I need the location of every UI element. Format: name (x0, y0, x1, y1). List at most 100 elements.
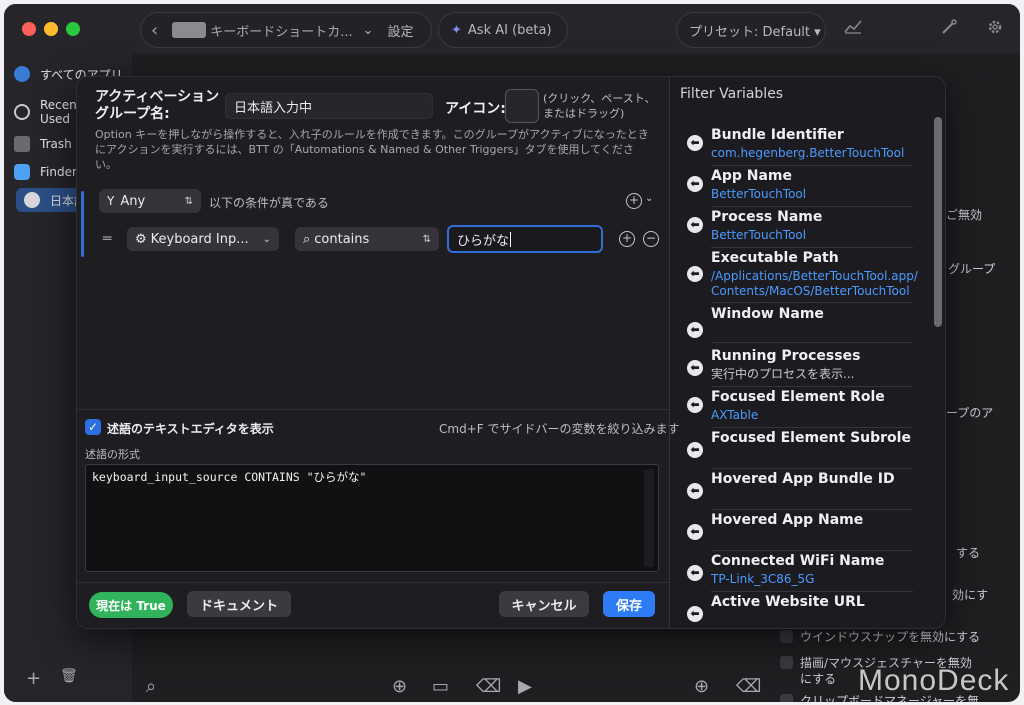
bg-text: グループ (948, 262, 996, 276)
drag-handle-icon[interactable]: ═ (103, 231, 111, 247)
chevron-down-icon: ⌄ (262, 233, 271, 245)
predicate-label: 述語の形式 (85, 448, 140, 461)
preset-selector[interactable]: プリセット: Default ▾ (676, 12, 826, 48)
chevron-down-icon[interactable]: ⌄ (645, 193, 653, 204)
ask-ai-label: Ask AI (beta) (467, 22, 552, 38)
rule-value-input[interactable]: ひらがな (447, 225, 603, 253)
shortcut-hint: Cmd+F でサイドバーの変数を絞り込みます (439, 422, 680, 436)
variable-name: Hovered App Bundle ID (711, 471, 895, 487)
variable-selector[interactable]: ⚙ Keyboard Inp... ⌄ (127, 227, 279, 251)
divider (711, 247, 913, 248)
updown-icon: ⇅ (184, 195, 193, 207)
delete-icon[interactable]: 🗑 (60, 668, 78, 684)
add-circle-icon[interactable]: ⊕ (392, 676, 407, 697)
insert-arrow-icon[interactable]: ⬅ (687, 606, 703, 622)
insert-arrow-icon[interactable]: ⬅ (687, 360, 703, 376)
filter-panel-title: Filter Variables (680, 86, 784, 102)
add-condition-icon[interactable]: + (619, 231, 635, 247)
insert-arrow-icon[interactable]: ⬅ (687, 565, 703, 581)
insert-arrow-icon[interactable]: ⬅ (687, 322, 703, 338)
variable-name: Focused Element Subrole (711, 430, 911, 446)
ask-ai-button[interactable]: ✦ Ask AI (beta) (438, 12, 568, 48)
insert-arrow-icon[interactable]: ⬅ (687, 217, 703, 233)
divider (711, 591, 913, 592)
app-icon (24, 192, 40, 208)
cancel-button[interactable]: キャンセル (499, 591, 589, 617)
checkbox[interactable] (780, 694, 793, 702)
gear-icon[interactable] (984, 18, 1006, 40)
insert-arrow-icon[interactable]: ⬅ (687, 442, 703, 458)
any-selector[interactable]: Y Any ⇅ (99, 189, 201, 213)
gear-icon: ⚙ (135, 231, 147, 247)
checkbox[interactable] (780, 656, 793, 669)
play-icon[interactable]: ▶ (518, 676, 532, 697)
variable-value: BetterTouchTool (711, 187, 807, 201)
sparkle-icon: ✦ (451, 22, 462, 38)
trash-icon[interactable]: ⌫ (736, 676, 761, 697)
show-editor-checkbox[interactable]: ✓ (85, 419, 101, 435)
operator-selector[interactable]: ⌕ contains ⇅ (295, 227, 439, 251)
predicate-editor[interactable]: keyboard_input_source CONTAINS "ひらがな" (85, 464, 659, 572)
rule-value: ひらがな (457, 233, 510, 249)
sidebar-item-label: Trash (40, 137, 72, 151)
chart-icon[interactable] (842, 18, 864, 40)
add-icon[interactable]: + (26, 668, 41, 689)
status-badge: 現在は True (89, 592, 173, 618)
variable-value: 実行中のプロセスを表示... (711, 367, 855, 381)
divider (711, 550, 913, 551)
operator-label: contains (314, 231, 370, 247)
chevron-down-icon[interactable]: ⌄ (363, 23, 374, 38)
pane-divider (669, 77, 670, 628)
variable-value: TP-Link_3C86_5G (711, 572, 815, 586)
settings-link[interactable]: 設定 (388, 21, 414, 40)
folder-add-icon[interactable]: ▭ (432, 676, 449, 697)
description-text: Option キーを押しながら操作すると、入れ子のルールを作成できます。このグル… (95, 128, 649, 171)
icon-well[interactable] (505, 89, 539, 123)
recent-icon (14, 104, 30, 120)
divider (711, 509, 913, 510)
insert-arrow-icon[interactable]: ⬅ (687, 176, 703, 192)
show-editor-label: 述語のテキストエディタを表示 (107, 422, 274, 436)
variable-name: App Name (711, 168, 792, 184)
predicate-code: keyboard_input_source CONTAINS "ひらがな" (92, 470, 367, 484)
variable-value: Contents/MacOS/BetterTouchTool (711, 284, 910, 298)
variable-name: Bundle Identifier (711, 127, 844, 143)
search-icon[interactable]: ⌕ (146, 676, 156, 697)
activation-group-dialog: アクティベーション グループ名: 日本語入力中 アイコン: (クリック、ペースト… (76, 76, 946, 629)
filter-variable-list: ⬅ Bundle Identifier com.hegenberg.Better… (677, 115, 933, 628)
variable-name: Hovered App Name (711, 512, 864, 528)
trash-icon[interactable]: ⌫ (476, 676, 501, 697)
variable-name: Window Name (711, 306, 824, 322)
insert-arrow-icon[interactable]: ⬅ (687, 397, 703, 413)
bg-text: 効にす (952, 588, 989, 602)
insert-arrow-icon[interactable]: ⬅ (687, 524, 703, 540)
back-icon[interactable]: ‹ (151, 20, 158, 41)
insert-arrow-icon[interactable]: ⬅ (687, 483, 703, 499)
scrollbar[interactable] (934, 117, 942, 327)
add-rule-icon[interactable]: + (626, 193, 642, 209)
divider (711, 427, 913, 428)
documentation-button[interactable]: ドキュメント (187, 591, 291, 617)
insert-arrow-icon[interactable]: ⬅ (687, 266, 703, 282)
zoom-window-button[interactable] (66, 22, 80, 36)
divider (711, 206, 913, 207)
close-window-button[interactable] (22, 22, 36, 36)
icon-hint: (クリック、ペースト、またはドラッグ) (543, 92, 656, 120)
divider (711, 342, 913, 343)
checkbox[interactable] (780, 630, 793, 643)
remove-condition-icon[interactable]: − (643, 231, 659, 247)
watermark-logo: MonoDeck (858, 664, 1010, 697)
variable-name: Process Name (711, 209, 823, 225)
minimize-window-button[interactable] (44, 22, 58, 36)
wand-icon[interactable] (938, 18, 960, 40)
scrollbar[interactable] (644, 469, 654, 567)
save-button[interactable]: 保存 (603, 591, 655, 617)
insert-arrow-icon[interactable]: ⬅ (687, 135, 703, 151)
add-circle-icon[interactable]: ⊕ (694, 676, 709, 697)
group-selector[interactable]: ‹ キーボードショートカ... ⌄ 設定 (140, 12, 432, 48)
variable-name: Connected WiFi Name (711, 553, 885, 569)
group-name-input[interactable]: 日本語入力中 (225, 93, 433, 119)
variable-name: Running Processes (711, 348, 861, 364)
condition-editor: アクティベーション グループ名: 日本語入力中 アイコン: (クリック、ペースト… (77, 77, 679, 628)
trash-icon (14, 136, 30, 152)
